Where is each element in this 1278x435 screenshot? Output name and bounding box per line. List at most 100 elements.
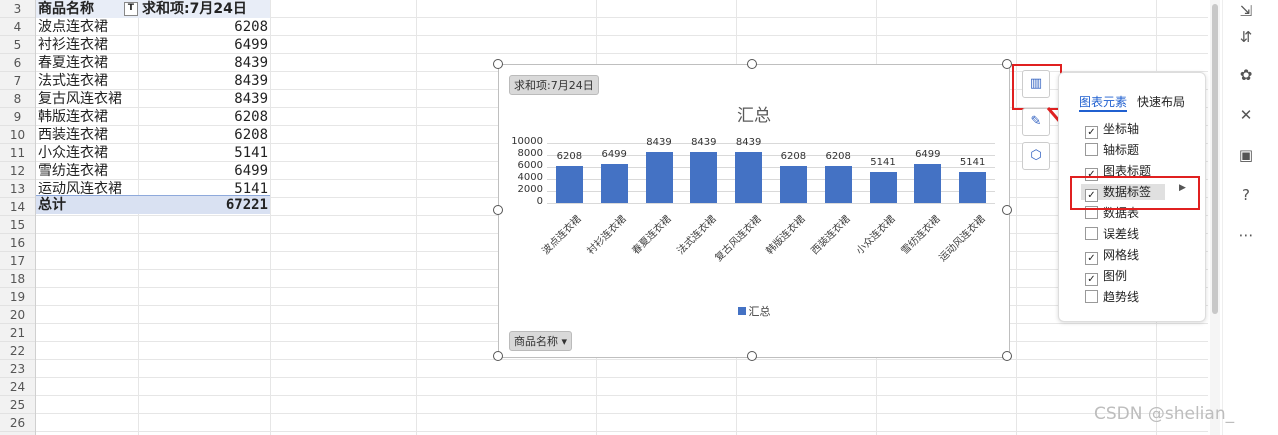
style-icon[interactable]: ✿ xyxy=(1235,64,1257,86)
chart-title[interactable]: 汇总 xyxy=(499,101,1009,126)
pivot-item-name[interactable]: 复古风连衣裙 xyxy=(38,90,138,108)
chart-bar[interactable] xyxy=(914,164,942,203)
data-label[interactable]: 6499 xyxy=(594,149,634,160)
pivot-chart[interactable]: 求和项:7月24日 汇总 10000 8000 6000 4000 2000 0 6208 波… xyxy=(498,64,1010,358)
pivot-item-value[interactable]: 8439 xyxy=(140,72,268,90)
pivot-item-name[interactable]: 雪纺连衣裙 xyxy=(38,162,138,180)
row-number[interactable]: 19 xyxy=(0,288,35,306)
more-icon[interactable]: ⋯ xyxy=(1235,224,1257,246)
help-icon[interactable]: ? xyxy=(1235,184,1257,206)
axis-field-button[interactable]: 商品名称 ▾ xyxy=(509,331,573,351)
checkbox[interactable] xyxy=(1085,227,1098,240)
row-number[interactable]: 6 xyxy=(0,54,35,72)
filter-icon[interactable]: T xyxy=(124,2,138,16)
chart-bar[interactable] xyxy=(600,164,628,203)
checkbox[interactable]: ✓ xyxy=(1085,273,1098,286)
chart-bar[interactable] xyxy=(735,152,763,203)
resize-handle-right[interactable] xyxy=(1002,205,1012,215)
data-label[interactable]: 5141 xyxy=(863,157,903,168)
checkbox[interactable] xyxy=(1085,290,1098,303)
row-number[interactable]: 14 xyxy=(0,198,35,216)
pivot-item-name[interactable]: 法式连衣裙 xyxy=(38,72,138,90)
pivot-item-name[interactable]: 波点连衣裙 xyxy=(38,18,138,36)
pivot-item-value[interactable]: 6208 xyxy=(140,126,268,144)
data-label[interactable]: 6208 xyxy=(818,151,858,162)
pivot-item-value[interactable]: 8439 xyxy=(140,54,268,72)
tab-quick-layout[interactable]: 快速布局 xyxy=(1137,93,1185,110)
row-number[interactable]: 23 xyxy=(0,360,35,378)
option-8[interactable]: 趋势线 xyxy=(1085,289,1139,305)
data-label[interactable]: 8439 xyxy=(639,137,679,148)
value-field-button[interactable]: 求和项:7月24日 xyxy=(509,75,599,95)
scrollbar-thumb[interactable] xyxy=(1212,4,1218,314)
pivot-row-label-header[interactable]: 商品名称 xyxy=(38,0,138,18)
row-number[interactable]: 9 xyxy=(0,108,35,126)
option-6[interactable]: ✓ 网格线 xyxy=(1085,247,1139,265)
pivot-item-value[interactable]: 5141 xyxy=(140,144,268,162)
checkbox[interactable]: ✓ xyxy=(1085,252,1098,265)
data-label[interactable]: 6499 xyxy=(908,149,948,160)
chart-bar[interactable] xyxy=(869,172,897,203)
pivot-item-value[interactable]: 6208 xyxy=(140,108,268,126)
row-number[interactable]: 20 xyxy=(0,306,35,324)
row-number[interactable]: 3 xyxy=(0,0,35,18)
chart-bar[interactable] xyxy=(555,165,583,203)
resize-handle-bottom-right[interactable] xyxy=(1002,351,1012,361)
chart-legend[interactable]: 汇总 xyxy=(499,303,1009,319)
arrow-icon[interactable]: ⇲ xyxy=(1235,0,1257,22)
pivot-item-value[interactable]: 6499 xyxy=(140,36,268,54)
tools-icon[interactable]: ✕ xyxy=(1235,104,1257,126)
chart-bar[interactable] xyxy=(779,165,807,203)
row-number[interactable]: 10 xyxy=(0,126,35,144)
row-number[interactable]: 12 xyxy=(0,162,35,180)
pivot-value-header[interactable]: T 求和项:7月24日 xyxy=(124,0,247,18)
chart-bar[interactable] xyxy=(645,152,673,203)
data-label[interactable]: 8439 xyxy=(684,137,724,148)
pivot-item-value[interactable]: 6499 xyxy=(140,162,268,180)
option-1[interactable]: 轴标题 xyxy=(1085,142,1139,158)
row-number[interactable]: 21 xyxy=(0,324,35,342)
data-label[interactable]: 6208 xyxy=(549,151,589,162)
tab-chart-elements[interactable]: 图表元素 xyxy=(1079,93,1128,112)
data-label[interactable]: 6208 xyxy=(773,151,813,162)
row-number[interactable]: 11 xyxy=(0,144,35,162)
resize-handle-top-right[interactable] xyxy=(1002,59,1012,69)
chart-bar[interactable] xyxy=(824,165,852,203)
resize-handle-top[interactable] xyxy=(747,59,757,69)
chart-bar[interactable] xyxy=(959,172,987,203)
row-number[interactable]: 18 xyxy=(0,270,35,288)
resize-handle-bottom[interactable] xyxy=(747,351,757,361)
option-5[interactable]: 误差线 xyxy=(1085,226,1139,242)
checkbox[interactable]: ✓ xyxy=(1085,126,1098,139)
pivot-item-value[interactable]: 6208 xyxy=(140,18,268,36)
row-number[interactable]: 13 xyxy=(0,180,35,198)
option-0[interactable]: ✓ 坐标轴 xyxy=(1085,121,1139,139)
checkbox[interactable] xyxy=(1085,143,1098,156)
pivot-item-name[interactable]: 韩版连衣裙 xyxy=(38,108,138,126)
row-number[interactable]: 25 xyxy=(0,396,35,414)
resize-handle-left[interactable] xyxy=(493,205,503,215)
row-number[interactable]: 4 xyxy=(0,18,35,36)
row-number[interactable]: 8 xyxy=(0,90,35,108)
pivot-item-value[interactable]: 8439 xyxy=(140,90,268,108)
pivot-item-name[interactable]: 衬衫连衣裙 xyxy=(38,36,138,54)
data-label[interactable]: 5141 xyxy=(953,157,993,168)
data-label[interactable]: 8439 xyxy=(729,137,769,148)
pivot-item-name[interactable]: 小众连衣裙 xyxy=(38,144,138,162)
pivot-item-name[interactable]: 春夏连衣裙 xyxy=(38,54,138,72)
row-number[interactable]: 5 xyxy=(0,36,35,54)
row-number[interactable]: 7 xyxy=(0,72,35,90)
row-number[interactable]: 24 xyxy=(0,378,35,396)
transform-icon[interactable]: ⇵ xyxy=(1235,26,1257,48)
pivot-item-name[interactable]: 西装连衣裙 xyxy=(38,126,138,144)
chart-bar[interactable] xyxy=(690,152,718,203)
row-number[interactable]: 26 xyxy=(0,414,35,432)
row-number[interactable]: 16 xyxy=(0,234,35,252)
book-icon[interactable]: ▣ xyxy=(1235,144,1257,166)
row-number[interactable]: 17 xyxy=(0,252,35,270)
pivot-total-value[interactable]: 67221 xyxy=(140,196,268,214)
resize-handle-bottom-left[interactable] xyxy=(493,351,503,361)
resize-handle-top-left[interactable] xyxy=(493,59,503,69)
option-7[interactable]: ✓ 图例 xyxy=(1085,268,1127,286)
pivot-total-label[interactable]: 总计 xyxy=(38,196,138,214)
